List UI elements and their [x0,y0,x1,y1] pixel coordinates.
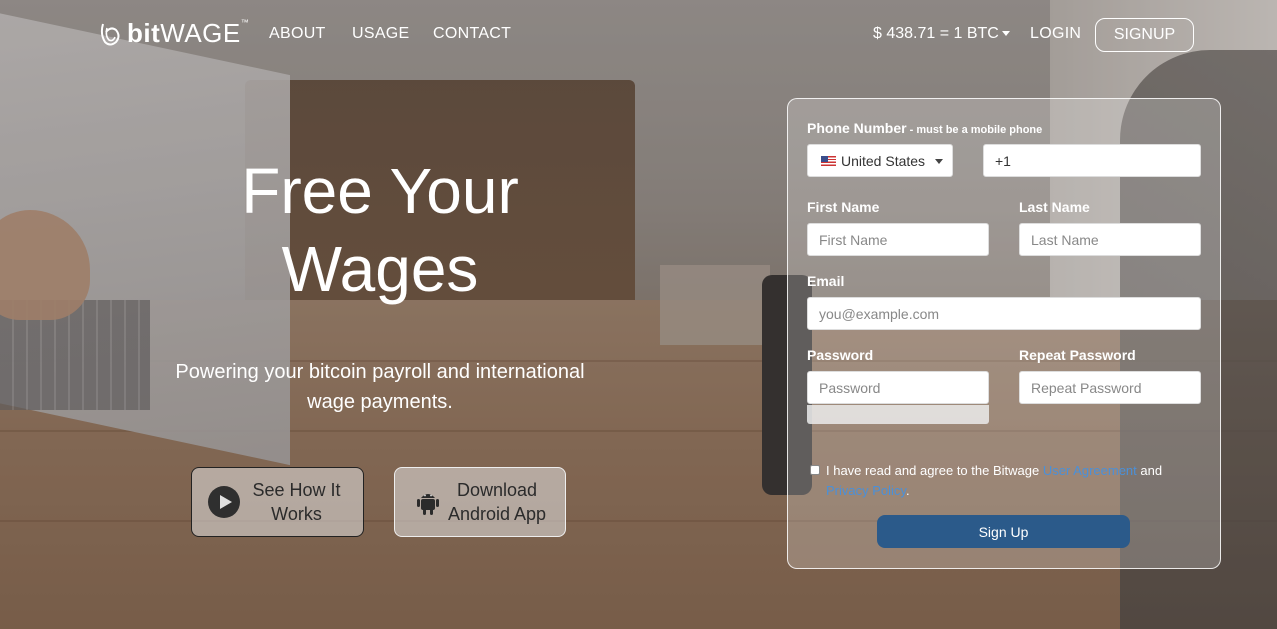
hero-subtitle-line1: Powering your bitcoin payroll and intern… [175,361,585,383]
nav-login-link[interactable]: LOGIN [1030,25,1081,43]
password-input[interactable] [807,371,989,404]
download-android-label: Download Android App [447,480,547,524]
play-icon [208,486,240,518]
phone-number-label: Phone Number - must be a mobile phone [807,120,1043,136]
agree-checkbox[interactable] [810,465,820,475]
repeat-password-input[interactable] [1019,371,1201,404]
user-agreement-link[interactable]: User Agreement [1043,463,1137,478]
hero-subtitle: Powering your bitcoin payroll and intern… [150,357,610,417]
country-select-value: United States [841,152,926,169]
password-label: Password [807,347,874,363]
us-flag-icon [821,155,836,166]
download-android-app-button[interactable]: Download Android App [394,467,566,537]
country-select[interactable]: United States [807,144,953,177]
last-name-label: Last Name [1019,199,1090,215]
privacy-policy-link[interactable]: Privacy Policy [826,483,906,498]
hero-title: Free Your Wages [180,152,580,308]
top-navigation: bitWAGE™ ABOUT USAGE CONTACT $ 438.71 = … [0,0,1277,70]
sign-up-button[interactable]: Sign Up [877,515,1130,548]
nav-signup-button[interactable]: SIGNUP [1095,18,1194,52]
first-name-label: First Name [807,199,880,215]
repeat-password-label: Repeat Password [1019,347,1136,363]
nav-about-link[interactable]: ABOUT [269,25,326,43]
see-how-it-works-button[interactable]: See How It Works [191,467,364,537]
btc-rate-dropdown[interactable]: $ 438.71 = 1 BTC [873,25,1010,43]
hero-subtitle-line2: wage payments. [307,391,453,413]
password-strength-meter [807,405,989,424]
phone-input[interactable] [983,144,1201,177]
caret-down-icon [1001,31,1010,37]
see-how-label: See How It Works [252,480,341,524]
last-name-input[interactable] [1019,223,1201,256]
btc-rate-text: $ 438.71 = 1 BTC [873,25,999,42]
hero-title-line1: Free Your [241,155,519,227]
first-name-input[interactable] [807,223,989,256]
email-label: Email [807,273,845,289]
chevron-down-icon [935,159,943,164]
android-icon [417,494,439,515]
bitwage-logo[interactable]: bitWAGE™ [97,18,249,49]
logo-wordmark: bitWAGE™ [127,18,250,48]
hero-title-line2: Wages [281,233,479,305]
agreement-text: I have read and agree to the Bitwage Use… [826,463,1163,498]
bitwage-logo-icon [100,23,120,45]
nav-usage-link[interactable]: USAGE [352,25,410,43]
nav-contact-link[interactable]: CONTACT [433,25,511,43]
email-input[interactable] [807,297,1201,330]
